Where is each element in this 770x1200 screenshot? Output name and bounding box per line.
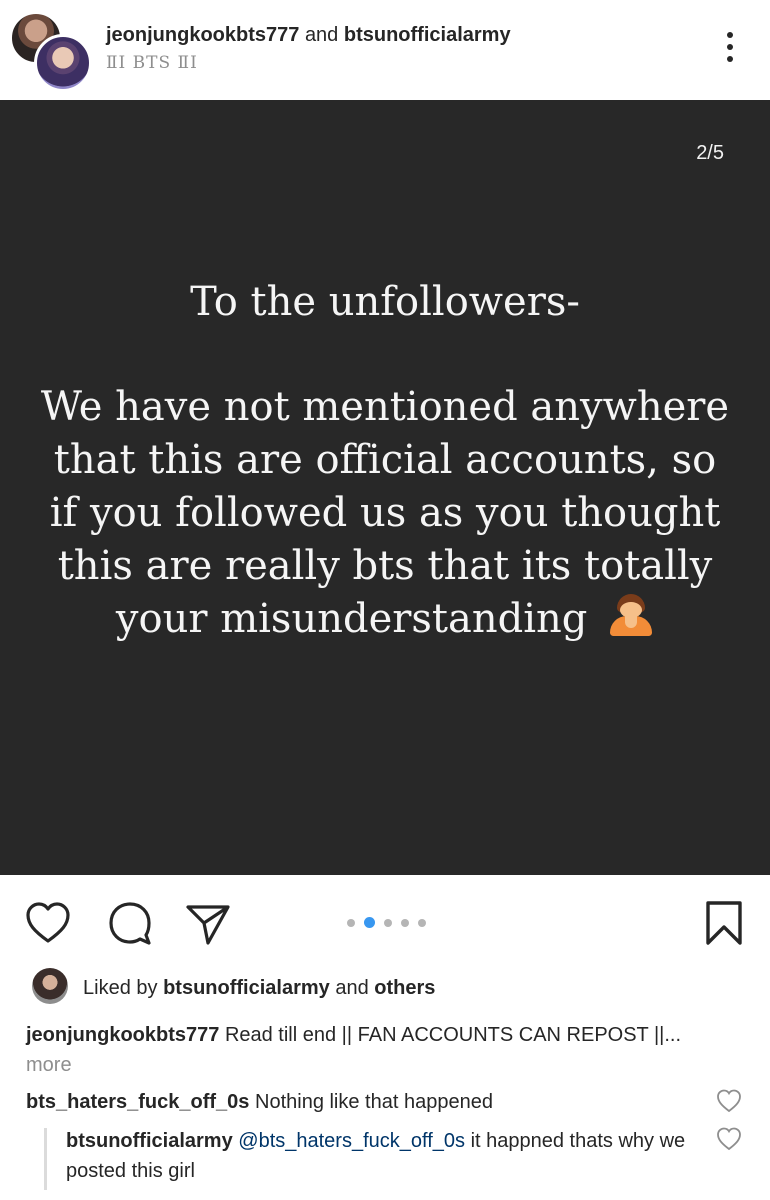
comment-username[interactable]: bts_haters_fuck_off_0s	[26, 1091, 249, 1113]
carousel-dot-active	[364, 917, 375, 929]
heart-icon[interactable]	[24, 899, 72, 947]
liked-by-prefix: Liked by	[83, 977, 158, 999]
person-bowing-emoji	[608, 594, 654, 636]
action-bar	[0, 875, 770, 965]
carousel-dot	[347, 918, 355, 927]
comment-text: Nothing like that happened	[255, 1091, 493, 1113]
slide-body: We have not mentioned anywhere that this…	[40, 381, 730, 646]
caption-username[interactable]: jeonjungkookbts777	[26, 1024, 219, 1046]
comment: bts_haters_fuck_off_0s Nothing like that…	[26, 1087, 706, 1117]
bookmark-icon[interactable]	[700, 899, 748, 947]
liked-by-conj: and	[335, 977, 369, 999]
comment-reply: btsunofficialarmy @bts_haters_fuck_off_0…	[66, 1126, 686, 1186]
liked-by-text[interactable]: Liked by btsunofficialarmy and others	[83, 977, 435, 1000]
collab-avatars[interactable]	[10, 12, 92, 92]
slide-text: To the unfollowers- We have not mentione…	[40, 276, 730, 646]
reply-thread-line	[44, 1128, 47, 1190]
caption-more-link[interactable]: more	[26, 1050, 726, 1080]
reply-like-heart-icon[interactable]	[716, 1126, 742, 1152]
post-image[interactable]: 2/5 To the unfollowers- We have not ment…	[0, 100, 770, 875]
carousel-indicator	[347, 914, 435, 929]
owners-conjunction: and	[304, 24, 339, 46]
carousel-counter: 2/5	[696, 142, 724, 164]
more-options-icon[interactable]	[718, 32, 742, 68]
share-icon[interactable]	[184, 899, 232, 947]
liked-by-avatar[interactable]	[32, 968, 68, 1004]
carousel-dot	[401, 918, 409, 927]
liked-by-others[interactable]: others	[374, 977, 435, 999]
reply-username[interactable]: btsunofficialarmy	[66, 1130, 233, 1152]
reply-mention[interactable]: @bts_haters_fuck_off_0s	[238, 1130, 465, 1152]
slide-heading: To the unfollowers-	[190, 279, 580, 325]
post-caption: jeonjungkookbts777 Read till end || FAN …	[26, 1020, 726, 1080]
caption-text: Read till end || FAN ACCOUNTS CAN REPOST…	[224, 1024, 682, 1046]
liked-by-user[interactable]: btsunofficialarmy	[163, 977, 330, 999]
comment-icon[interactable]	[106, 899, 154, 947]
post-owners: jeonjungkookbts777 and btsunofficialarmy	[106, 24, 511, 47]
owner-2-username[interactable]: btsunofficialarmy	[344, 24, 511, 46]
liked-by-row[interactable]: Liked by btsunofficialarmy and others	[32, 968, 752, 1008]
avatar-owner-2[interactable]	[34, 34, 92, 92]
owner-1-username[interactable]: jeonjungkookbts777	[106, 24, 299, 46]
carousel-dot	[384, 918, 392, 927]
post-subtitle: ⅡⅠ BTS ⅡⅠ	[106, 53, 198, 73]
post-header: jeonjungkookbts777 and btsunofficialarmy…	[0, 0, 770, 100]
comment-like-heart-icon[interactable]	[716, 1088, 742, 1114]
carousel-dot	[418, 918, 426, 927]
